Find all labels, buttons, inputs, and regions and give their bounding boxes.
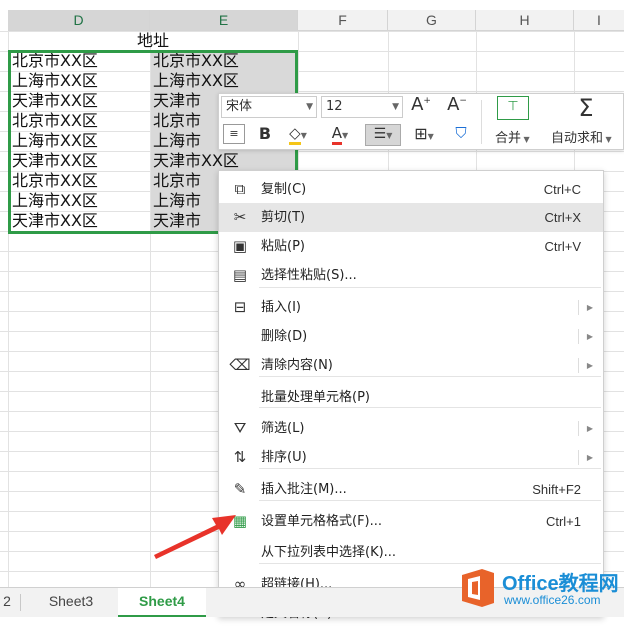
menu-separator bbox=[259, 376, 601, 377]
watermark-url: www.office26.com bbox=[504, 593, 601, 607]
sheet-tab-sheet4[interactable]: Sheet4 bbox=[118, 588, 206, 617]
font-color-icon[interactable]: A▼ bbox=[325, 124, 355, 145]
filter-icon: ⛛ bbox=[233, 419, 247, 437]
menu-item-label: 选择性粘贴(S)... bbox=[261, 268, 357, 283]
menu-item[interactable]: ✂ 剪切(T) Ctrl+X bbox=[219, 203, 603, 232]
menu-separator bbox=[259, 407, 601, 408]
font-size-value: 12 bbox=[326, 99, 343, 114]
merge-button[interactable]: 合并 ▼ bbox=[495, 127, 530, 146]
merge-label: 合并 bbox=[495, 131, 522, 146]
cell-d[interactable]: 北京市XX区 bbox=[10, 171, 150, 191]
font-name-select[interactable]: 宋体 ▼ bbox=[221, 96, 317, 118]
gridline bbox=[8, 31, 9, 587]
font-name-value: 宋体 bbox=[226, 99, 253, 114]
watermark-title: Office教程网 bbox=[502, 573, 619, 595]
tab-divider bbox=[20, 594, 21, 611]
cell-e[interactable]: 北京市XX区 bbox=[151, 51, 295, 71]
menu-item-shortcut: Ctrl+1 bbox=[545, 514, 581, 529]
font-size-select[interactable]: 12 ▼ bbox=[321, 96, 403, 118]
menu-item-label: 筛选(L) bbox=[261, 421, 305, 436]
copy-icon: ⧉ bbox=[234, 180, 246, 198]
autosum-label: 自动求和 bbox=[551, 131, 604, 146]
menu-separator bbox=[259, 500, 601, 501]
comment-icon: ✎ bbox=[233, 480, 247, 498]
submenu-divider bbox=[578, 329, 579, 344]
sheet-tab-sheet3[interactable]: Sheet3 bbox=[26, 588, 116, 617]
decrease-font-icon[interactable]: A− bbox=[445, 94, 469, 115]
cell-d[interactable]: 北京市XX区 bbox=[10, 51, 150, 71]
menu-separator bbox=[259, 468, 601, 469]
autosum-button[interactable]: 自动求和 ▼ bbox=[551, 127, 612, 146]
menu-item-shortcut: Ctrl+X bbox=[544, 210, 581, 225]
context-menu: ⧉ 复制(C) Ctrl+C ✂ 剪切(T) Ctrl+X ▣ 粘贴(P) Ctrl+V ▤ 选择性… bbox=[218, 170, 604, 621]
paste-icon: ▣ bbox=[232, 237, 248, 255]
submenu-divider bbox=[578, 421, 579, 436]
menu-item[interactable]: ▤ 选择性粘贴(S)... bbox=[219, 261, 603, 290]
cell-d[interactable]: 上海市XX区 bbox=[10, 71, 150, 91]
menu-item-label: 粘贴(P) bbox=[261, 239, 305, 254]
wrap-text-icon[interactable]: ≡ bbox=[223, 124, 245, 144]
submenu-arrow-icon: ▶ bbox=[586, 303, 593, 312]
cell-d[interactable]: 天津市XX区 bbox=[10, 211, 150, 231]
cell-d[interactable]: 上海市XX区 bbox=[10, 131, 150, 151]
cell-d[interactable]: 上海市XX区 bbox=[10, 191, 150, 211]
cell-d[interactable]: 天津市XX区 bbox=[10, 151, 150, 171]
menu-item[interactable]: ▦ 设置单元格格式(F)... Ctrl+1 bbox=[219, 507, 603, 536]
menu-item[interactable]: ⊟ 插入(I) ▶ bbox=[219, 293, 603, 322]
menu-item[interactable]: ▣ 粘贴(P) Ctrl+V bbox=[219, 232, 603, 261]
menu-item-label: 设置单元格格式(F)... bbox=[261, 514, 383, 529]
border-icon[interactable]: ⊞▼ bbox=[409, 124, 439, 143]
sheet-tab-partial[interactable]: 2 bbox=[0, 588, 14, 617]
cell-d[interactable]: 北京市XX区 bbox=[10, 111, 150, 131]
menu-item-label: 删除(D) bbox=[261, 329, 308, 344]
menu-item[interactable]: ⛛ 筛选(L) ▶ bbox=[219, 414, 603, 443]
paste-special-icon: ▤ bbox=[232, 266, 248, 284]
watermark: Office教程网 www.office26.com bbox=[456, 563, 624, 615]
format-painter-icon[interactable]: ⛉ bbox=[449, 124, 473, 142]
column-header-g[interactable]: G bbox=[388, 10, 476, 31]
office-logo-icon bbox=[462, 569, 494, 607]
column-header-f[interactable]: F bbox=[298, 10, 388, 31]
increase-font-icon[interactable]: A+ bbox=[409, 94, 433, 115]
column-header-d[interactable]: D bbox=[8, 10, 150, 31]
column-header-i[interactable]: I bbox=[574, 10, 624, 31]
submenu-divider bbox=[578, 450, 579, 465]
menu-separator bbox=[259, 287, 601, 288]
eraser-icon: ⌫ bbox=[229, 356, 251, 374]
chevron-down-icon: ▼ bbox=[392, 102, 399, 112]
menu-item-label: 复制(C) bbox=[261, 182, 307, 197]
cell-e[interactable]: 上海市XX区 bbox=[151, 71, 295, 91]
scissors-icon: ✂ bbox=[233, 208, 247, 226]
menu-item-shortcut: Ctrl+V bbox=[544, 239, 581, 254]
menu-item[interactable]: ⧉ 复制(C) Ctrl+C bbox=[219, 175, 603, 204]
menu-item-label: 插入(I) bbox=[261, 300, 301, 315]
sort-icon: ⇅ bbox=[233, 448, 247, 466]
submenu-divider bbox=[578, 300, 579, 315]
toolbar-divider bbox=[481, 100, 482, 144]
insert-icon: ⊟ bbox=[233, 298, 247, 316]
column-header-e[interactable]: E bbox=[150, 10, 298, 31]
submenu-arrow-icon: ▶ bbox=[586, 332, 593, 341]
align-center-icon[interactable]: ☰▼ bbox=[365, 124, 401, 146]
menu-item-label: 剪切(T) bbox=[261, 210, 306, 225]
fill-color-icon[interactable]: ◇▼ bbox=[283, 124, 313, 145]
column-header-h[interactable]: H bbox=[476, 10, 574, 31]
header-cell-address[interactable]: 地址 bbox=[8, 31, 298, 51]
menu-item-shortcut: Ctrl+C bbox=[543, 182, 581, 197]
submenu-arrow-icon: ▶ bbox=[586, 424, 593, 433]
submenu-divider bbox=[578, 358, 579, 373]
menu-item[interactable]: 删除(D) ▶ bbox=[219, 322, 603, 351]
merge-icon[interactable]: ⊤ bbox=[497, 96, 529, 120]
red-arrow-annotation bbox=[154, 515, 236, 559]
sigma-icon[interactable]: Σ bbox=[571, 94, 601, 122]
cell-e[interactable]: 天津市XX区 bbox=[151, 151, 295, 171]
cell-d[interactable]: 天津市XX区 bbox=[10, 91, 150, 111]
bold-icon[interactable]: B bbox=[255, 124, 275, 143]
chevron-down-icon: ▼ bbox=[306, 102, 313, 112]
mini-toolbar: 宋体 ▼ 12 ▼ A+ A− ⊤ 合并 ▼ Σ 自动求和 ▼ ≡ B ◇▼ A… bbox=[218, 93, 624, 150]
